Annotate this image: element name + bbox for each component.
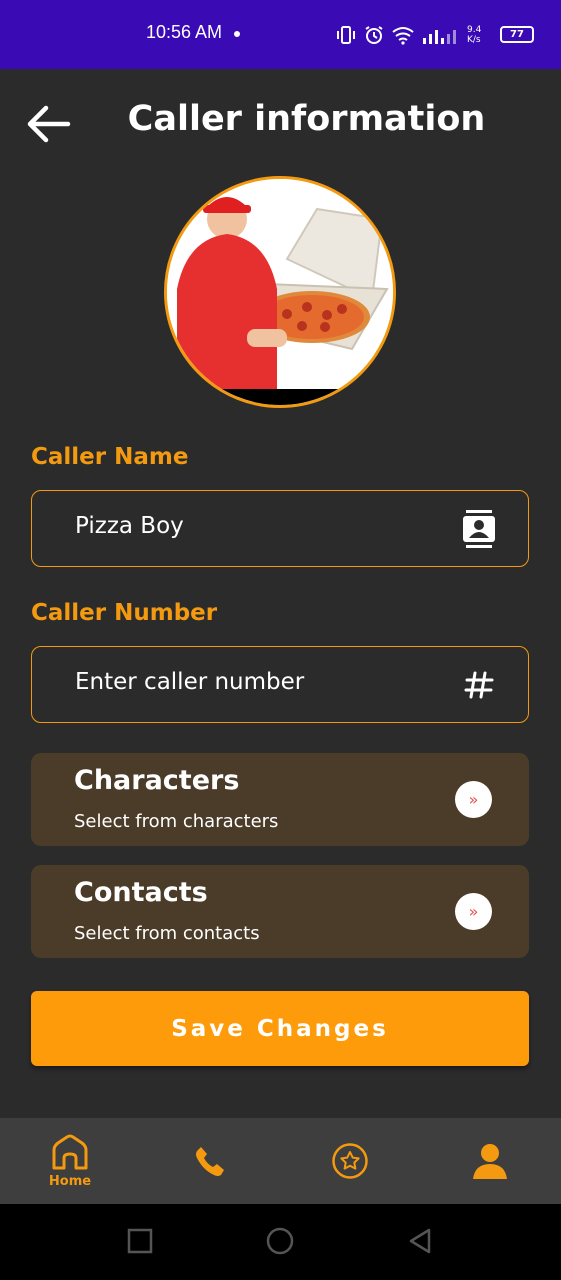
bottom-nav: Home [0, 1118, 561, 1204]
double-chevron-right-icon[interactable]: » [455, 893, 492, 930]
square-icon [127, 1228, 153, 1254]
caller-number-label: Caller Number [31, 600, 218, 626]
caller-avatar[interactable] [164, 176, 396, 408]
network-speed: 9.4 K/s [467, 25, 482, 45]
contacts-subtitle: Select from contacts [74, 923, 260, 944]
contact-picker-button[interactable] [461, 510, 497, 548]
header: Caller information [0, 69, 561, 179]
contact-card-icon [463, 510, 495, 548]
back-nav-button[interactable] [405, 1226, 435, 1256]
contacts-title: Contacts [74, 877, 208, 908]
status-bar: 10:56 AM 9.4 K/s 77 [0, 0, 561, 69]
vibrate-icon [337, 26, 355, 44]
notification-dot [234, 31, 240, 37]
characters-subtitle: Select from characters [74, 811, 279, 832]
hash-icon [461, 667, 497, 703]
battery-icon: 77 [500, 26, 534, 43]
caller-name-value[interactable]: Pizza Boy [75, 513, 184, 539]
nav-calls[interactable] [182, 1118, 238, 1204]
save-changes-button[interactable]: Save Changes [31, 991, 529, 1066]
user-icon [473, 1144, 507, 1179]
double-chevron-right-icon[interactable]: » [455, 781, 492, 818]
alarm-icon [365, 26, 383, 44]
status-time: 10:56 AM [146, 22, 223, 42]
circle-icon [266, 1227, 294, 1255]
star-circle-icon [332, 1143, 368, 1179]
home-icon [52, 1134, 88, 1169]
system-nav-bar [0, 1204, 561, 1280]
nav-favorites[interactable] [322, 1118, 378, 1204]
nav-home[interactable]: Home [42, 1118, 98, 1204]
triangle-back-icon [409, 1228, 431, 1254]
home-button[interactable] [265, 1226, 295, 1256]
characters-option[interactable]: Characters Select from characters » [31, 753, 529, 846]
signal-icon [423, 30, 456, 44]
contacts-option[interactable]: Contacts Select from contacts » [31, 865, 529, 958]
caller-photo [167, 179, 393, 405]
nav-profile[interactable] [462, 1118, 518, 1204]
recents-button[interactable] [125, 1226, 155, 1256]
page-title: Caller information [127, 99, 486, 139]
caller-name-field[interactable]: Pizza Boy [31, 490, 529, 567]
status-icons: 9.4 K/s [335, 20, 489, 50]
wifi-icon [392, 27, 414, 45]
nav-home-label: Home [48, 1173, 92, 1189]
caller-number-field[interactable]: Enter caller number [31, 646, 529, 723]
characters-title: Characters [74, 765, 240, 796]
caller-name-label: Caller Name [31, 444, 189, 470]
phone-icon [196, 1147, 224, 1176]
caller-number-input[interactable]: Enter caller number [75, 669, 304, 695]
